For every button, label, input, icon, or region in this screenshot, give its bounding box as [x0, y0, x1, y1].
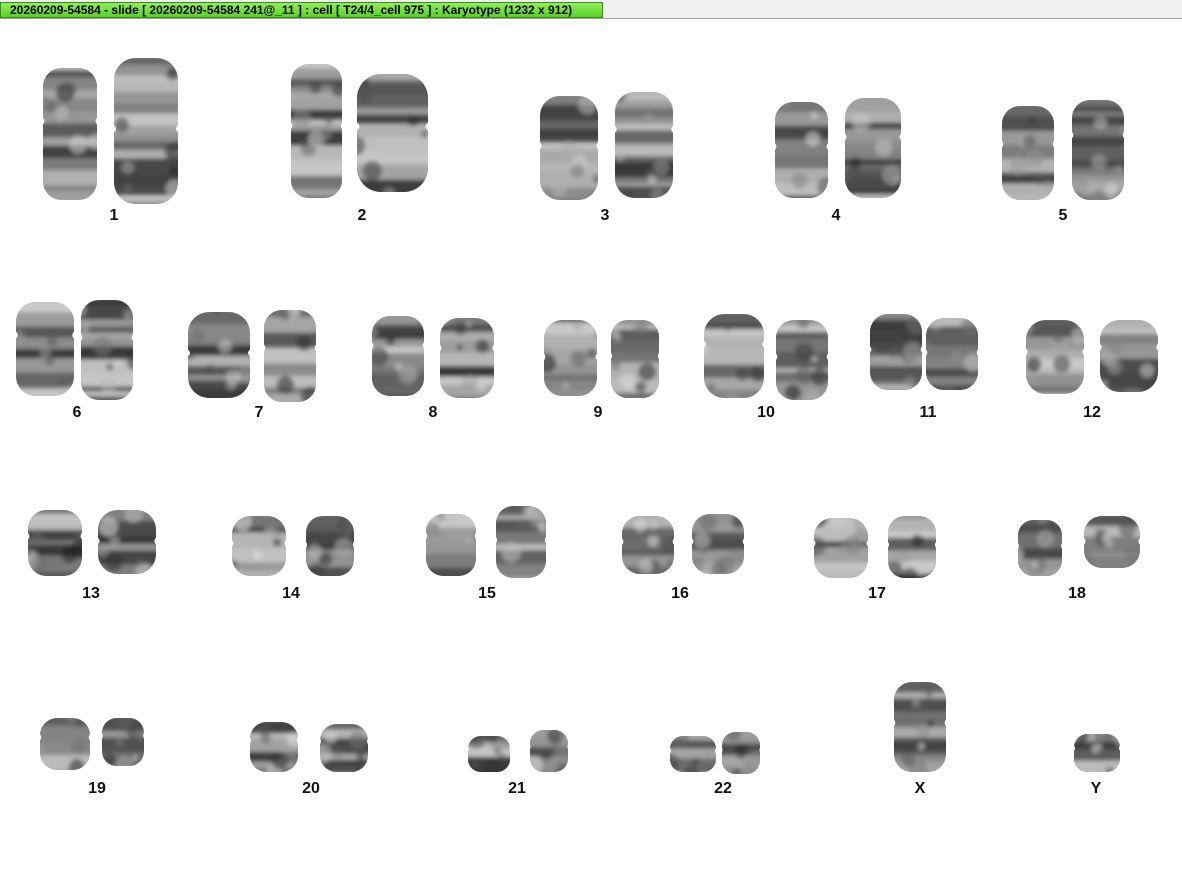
chromosome-label: 5 — [1058, 207, 1068, 224]
chromosome[interactable] — [1024, 318, 1086, 396]
chromosome-label: 9 — [593, 404, 603, 421]
chromosome[interactable] — [289, 62, 344, 200]
chromosome[interactable] — [26, 508, 84, 578]
chromosome-label: 15 — [478, 585, 496, 602]
chromosome[interactable] — [720, 730, 762, 776]
chromosome[interactable] — [892, 680, 948, 774]
chromosome[interactable] — [1082, 514, 1142, 570]
chromosome-label: X — [914, 780, 926, 797]
chromosome-label: 11 — [919, 404, 937, 421]
chromosome-label: 20 — [302, 780, 320, 797]
chromosome[interactable] — [304, 514, 356, 578]
chromosome[interactable] — [186, 310, 252, 400]
chromosome-label: 21 — [508, 780, 526, 797]
chromosome-label: 19 — [88, 780, 106, 797]
chromosome[interactable] — [812, 516, 870, 580]
chromosome-label: 12 — [1083, 404, 1101, 421]
chromosome[interactable] — [1000, 104, 1056, 202]
chromosome[interactable] — [1072, 732, 1122, 774]
chromosome-label: 10 — [757, 404, 775, 421]
chromosome[interactable] — [96, 508, 158, 576]
chromosome[interactable] — [1016, 518, 1064, 578]
chromosome[interactable] — [613, 90, 675, 200]
chromosome[interactable] — [1070, 98, 1126, 202]
chromosome[interactable] — [774, 318, 830, 402]
chromosome[interactable] — [886, 514, 938, 580]
chromosome[interactable] — [843, 96, 903, 200]
chromosome-label: 2 — [357, 207, 367, 224]
chromosome[interactable] — [773, 100, 830, 200]
chromosome[interactable] — [248, 720, 300, 774]
chromosome[interactable] — [370, 314, 426, 398]
chromosome[interactable] — [38, 716, 92, 772]
chromosome[interactable] — [262, 308, 318, 404]
chromosome[interactable] — [41, 66, 99, 202]
window-title-tab[interactable]: 20260209-54584 - slide [ 20260209-54584 … — [0, 2, 603, 18]
chromosome[interactable] — [355, 72, 430, 194]
chromosome[interactable] — [702, 312, 766, 400]
chromosome[interactable] — [100, 716, 146, 768]
chromosome[interactable] — [924, 316, 980, 392]
chromosome[interactable] — [424, 512, 478, 578]
chromosome-label: 18 — [1068, 585, 1086, 602]
chromosome[interactable] — [79, 298, 135, 402]
chromosome-label: 13 — [82, 585, 100, 602]
chromosome[interactable] — [528, 728, 570, 774]
chromosome-label: 7 — [254, 404, 264, 421]
window-titlebar: 20260209-54584 - slide [ 20260209-54584 … — [0, 0, 1182, 19]
chromosome[interactable] — [1098, 318, 1160, 394]
chromosome[interactable] — [538, 94, 600, 202]
chromosome[interactable] — [438, 316, 496, 400]
chromosome-label: 17 — [868, 585, 886, 602]
chromosome-label: 6 — [72, 404, 82, 421]
chromosome[interactable] — [318, 722, 370, 774]
chromosome-label: 16 — [671, 585, 689, 602]
chromosome[interactable] — [690, 512, 746, 576]
chromosome[interactable] — [466, 734, 512, 774]
chromosome[interactable] — [230, 514, 288, 578]
chromosome-label: 22 — [714, 780, 732, 797]
chromosome-label: Y — [1090, 780, 1102, 797]
karyotype-canvas: 1 2 3 4 5 6 7 8 9 10 11 12 13 14 15 16 17 18 19 20 21 22 X Y — [0, 20, 1182, 896]
chromosome-label: 4 — [831, 207, 841, 224]
chromosome-label: 14 — [282, 585, 300, 602]
chromosome-label: 8 — [428, 404, 438, 421]
chromosome[interactable] — [542, 318, 599, 398]
chromosome[interactable] — [609, 318, 661, 400]
chromosome-label: 3 — [600, 207, 610, 224]
chromosome[interactable] — [494, 504, 548, 580]
chromosome[interactable] — [868, 312, 924, 392]
chromosome[interactable] — [620, 514, 676, 576]
chromosome[interactable] — [112, 56, 180, 206]
chromosome[interactable] — [668, 734, 718, 774]
chromosome[interactable] — [14, 300, 76, 398]
chromosome-label: 1 — [109, 207, 119, 224]
